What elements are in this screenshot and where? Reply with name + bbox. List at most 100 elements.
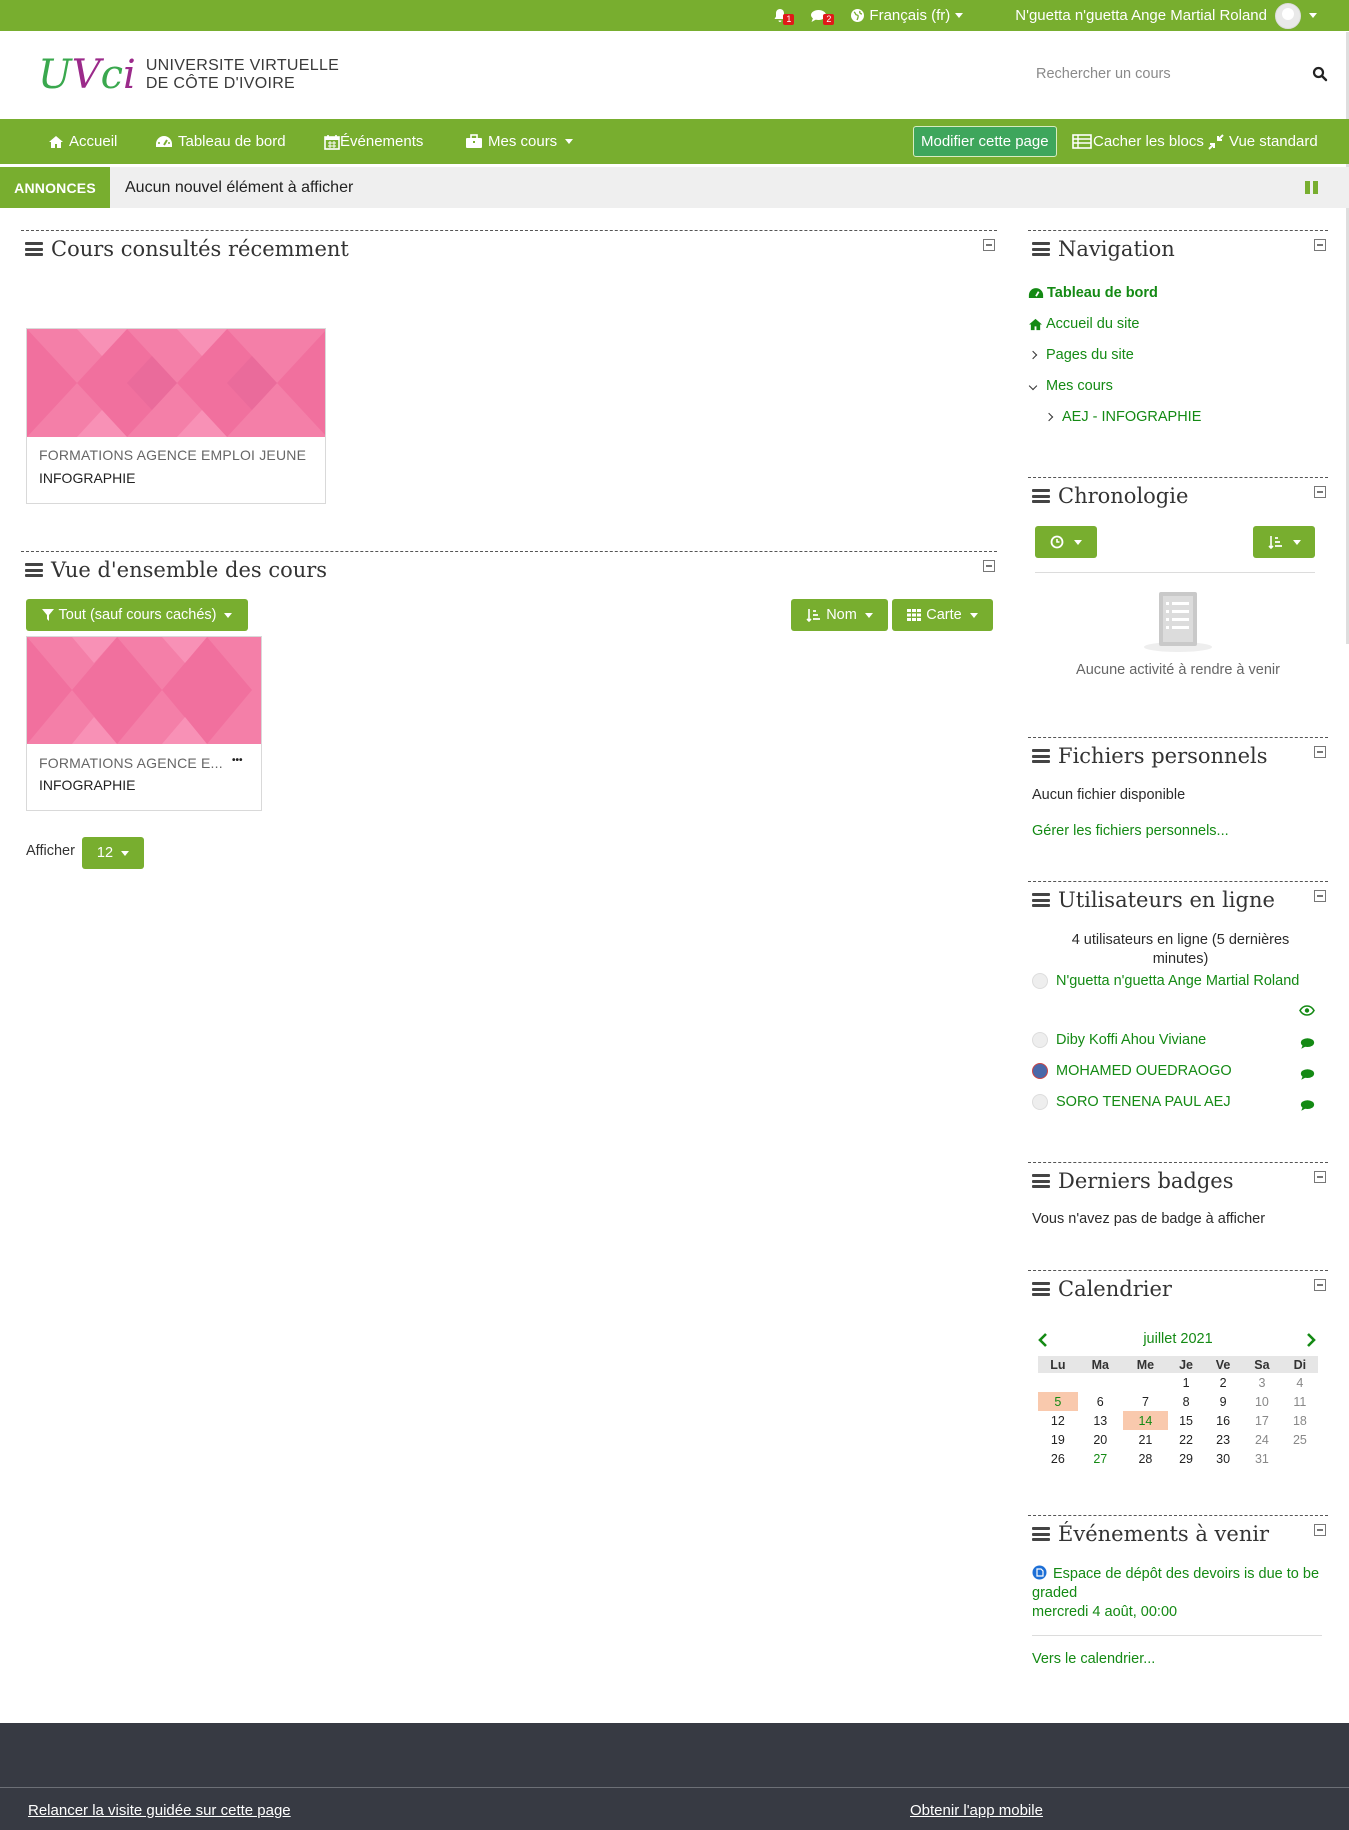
- calendar-day[interactable]: 11: [1282, 1392, 1318, 1411]
- calendar-day[interactable]: 13: [1078, 1411, 1123, 1430]
- edit-page-button[interactable]: Modifier cette page: [913, 126, 1057, 157]
- online-user[interactable]: SORO TENENA PAUL AEJ: [1032, 1094, 1231, 1110]
- collapse-icon[interactable]: [1314, 1524, 1326, 1536]
- per-page-dropdown[interactable]: 12: [82, 837, 144, 869]
- timeline-filter-dropdown[interactable]: [1035, 526, 1097, 558]
- nav-tree-dashboard[interactable]: Tableau de bord: [1028, 285, 1158, 301]
- view-dropdown[interactable]: Carte: [892, 599, 993, 631]
- calendar-day[interactable]: 1: [1168, 1373, 1204, 1392]
- menu-icon[interactable]: [1032, 1282, 1050, 1296]
- course-image[interactable]: [27, 637, 261, 744]
- course-card[interactable]: FORMATIONS AGENCE E... ••• INFOGRAPHIE: [26, 636, 262, 811]
- collapse-icon[interactable]: [1314, 1279, 1326, 1291]
- calendar-day[interactable]: 29: [1168, 1449, 1204, 1468]
- nav-tree-site-home[interactable]: Accueil du site: [1028, 316, 1140, 332]
- calendar-day[interactable]: 10: [1242, 1392, 1282, 1411]
- menu-icon[interactable]: [1032, 1527, 1050, 1541]
- calendar-day[interactable]: 16: [1204, 1411, 1242, 1430]
- user-menu[interactable]: N'guetta n'guetta Ange Martial Roland: [1015, 2, 1317, 29]
- nav-dashboard[interactable]: Tableau de bord: [155, 119, 286, 164]
- search-icon[interactable]: [1312, 66, 1328, 82]
- nav-tree-my-courses[interactable]: Mes cours: [1028, 378, 1113, 394]
- online-user[interactable]: Diby Koffi Ahou Viviane: [1032, 1032, 1206, 1048]
- calendar-day[interactable]: 26: [1038, 1449, 1078, 1468]
- calendar-day[interactable]: 22: [1168, 1430, 1204, 1449]
- nav-events[interactable]: Événements: [324, 119, 423, 164]
- filter-dropdown[interactable]: Tout (sauf cours cachés): [26, 599, 248, 631]
- calendar-day[interactable]: 2: [1204, 1373, 1242, 1392]
- messages-button[interactable]: 2: [810, 6, 835, 25]
- calendar-day-event[interactable]: 14: [1122, 1411, 1168, 1430]
- collapse-icon[interactable]: [1314, 239, 1326, 251]
- online-user[interactable]: MOHAMED OUEDRAOGO: [1032, 1063, 1232, 1079]
- menu-icon[interactable]: [1032, 242, 1050, 256]
- calendar-day[interactable]: 4: [1282, 1373, 1318, 1392]
- collapse-icon[interactable]: [1314, 890, 1326, 902]
- mobile-app-link[interactable]: Obtenir l'app mobile: [910, 1802, 1043, 1819]
- menu-icon[interactable]: [1032, 489, 1050, 503]
- calendar-day[interactable]: 30: [1204, 1449, 1242, 1468]
- message-icon[interactable]: [1300, 1099, 1315, 1112]
- calendar-day-event[interactable]: 27: [1078, 1449, 1123, 1468]
- course-image[interactable]: [27, 329, 325, 437]
- calendar-day-today[interactable]: 5: [1038, 1392, 1078, 1411]
- event-date-link[interactable]: mercredi 4 août: [1032, 1604, 1133, 1620]
- menu-icon[interactable]: [1032, 1174, 1050, 1188]
- eye-icon[interactable]: [1299, 1005, 1315, 1016]
- calendar-day[interactable]: 18: [1282, 1411, 1318, 1430]
- menu-icon[interactable]: [25, 563, 43, 577]
- nav-tree-site-pages[interactable]: Pages du site: [1028, 347, 1134, 363]
- search-input[interactable]: [1024, 66, 1304, 82]
- hide-blocks-button[interactable]: Cacher les blocs: [1072, 119, 1204, 164]
- calendar-day[interactable]: 6: [1078, 1392, 1123, 1411]
- standard-view-button[interactable]: Vue standard: [1208, 119, 1318, 164]
- manage-files-link[interactable]: Gérer les fichiers personnels...: [1032, 823, 1229, 839]
- calendar-day[interactable]: 8: [1168, 1392, 1204, 1411]
- collapse-icon[interactable]: [983, 560, 995, 572]
- go-to-calendar-link[interactable]: Vers le calendrier...: [1032, 1651, 1155, 1667]
- chevron-down-icon: [1028, 381, 1038, 391]
- chevron-right-icon[interactable]: [1306, 1333, 1316, 1347]
- course-name[interactable]: INFOGRAPHIE: [39, 470, 135, 486]
- calendar-day[interactable]: 21: [1123, 1430, 1168, 1449]
- message-icon[interactable]: [1300, 1068, 1315, 1081]
- collapse-icon[interactable]: [1314, 1171, 1326, 1183]
- menu-icon[interactable]: [1032, 749, 1050, 763]
- sort-dropdown[interactable]: Nom: [791, 599, 888, 631]
- collapse-icon[interactable]: [983, 239, 995, 251]
- calendar-day[interactable]: 7: [1123, 1392, 1168, 1411]
- menu-icon[interactable]: [25, 242, 43, 256]
- calendar-day[interactable]: 20: [1078, 1430, 1123, 1449]
- menu-icon[interactable]: [1032, 893, 1050, 907]
- message-icon[interactable]: [1300, 1037, 1315, 1050]
- calendar-day[interactable]: 24: [1242, 1430, 1282, 1449]
- collapse-icon[interactable]: [1314, 486, 1326, 498]
- calendar-day[interactable]: 15: [1168, 1411, 1204, 1430]
- calendar-day[interactable]: 12: [1038, 1411, 1078, 1430]
- notifications-button[interactable]: 1: [773, 6, 795, 25]
- calendar-day[interactable]: 9: [1204, 1392, 1242, 1411]
- calendar-day[interactable]: 25: [1282, 1430, 1318, 1449]
- nav-home[interactable]: Accueil: [48, 119, 117, 164]
- pause-icon[interactable]: [1305, 181, 1318, 194]
- course-actions-button[interactable]: •••: [232, 755, 243, 766]
- calendar-day[interactable]: 31: [1242, 1449, 1282, 1468]
- timeline-sort-dropdown[interactable]: [1253, 526, 1315, 558]
- collapse-icon[interactable]: [1314, 746, 1326, 758]
- announcement-message[interactable]: Aucun nouvel élément à afficher: [125, 167, 353, 208]
- restart-tour-link[interactable]: Relancer la visite guidée sur cette page: [28, 1802, 291, 1819]
- course-card[interactable]: FORMATIONS AGENCE EMPLOI JEUNE INFOGRAPH…: [26, 328, 326, 504]
- online-user[interactable]: N'guetta n'guetta Ange Martial Roland: [1032, 973, 1299, 989]
- site-logo[interactable]: UVci UNIVERSITE VIRTUELLE DE CÔTE D'IVOIR…: [38, 55, 339, 95]
- calendar-day[interactable]: 17: [1242, 1411, 1282, 1430]
- nav-my-courses[interactable]: Mes cours: [465, 119, 574, 164]
- calendar-day[interactable]: 28: [1123, 1449, 1168, 1468]
- event-link[interactable]: Espace de dépôt des devoirs is due to be…: [1032, 1566, 1319, 1601]
- course-name[interactable]: INFOGRAPHIE: [39, 777, 135, 793]
- nav-tree-course[interactable]: AEJ - INFOGRAPHIE: [1044, 409, 1201, 425]
- calendar-day[interactable]: 19: [1038, 1430, 1078, 1449]
- calendar-day[interactable]: 23: [1204, 1430, 1242, 1449]
- calendar-day[interactable]: 3: [1242, 1373, 1282, 1392]
- language-menu[interactable]: Français (fr): [850, 7, 964, 24]
- calendar-month[interactable]: juillet 2021: [1028, 1331, 1328, 1347]
